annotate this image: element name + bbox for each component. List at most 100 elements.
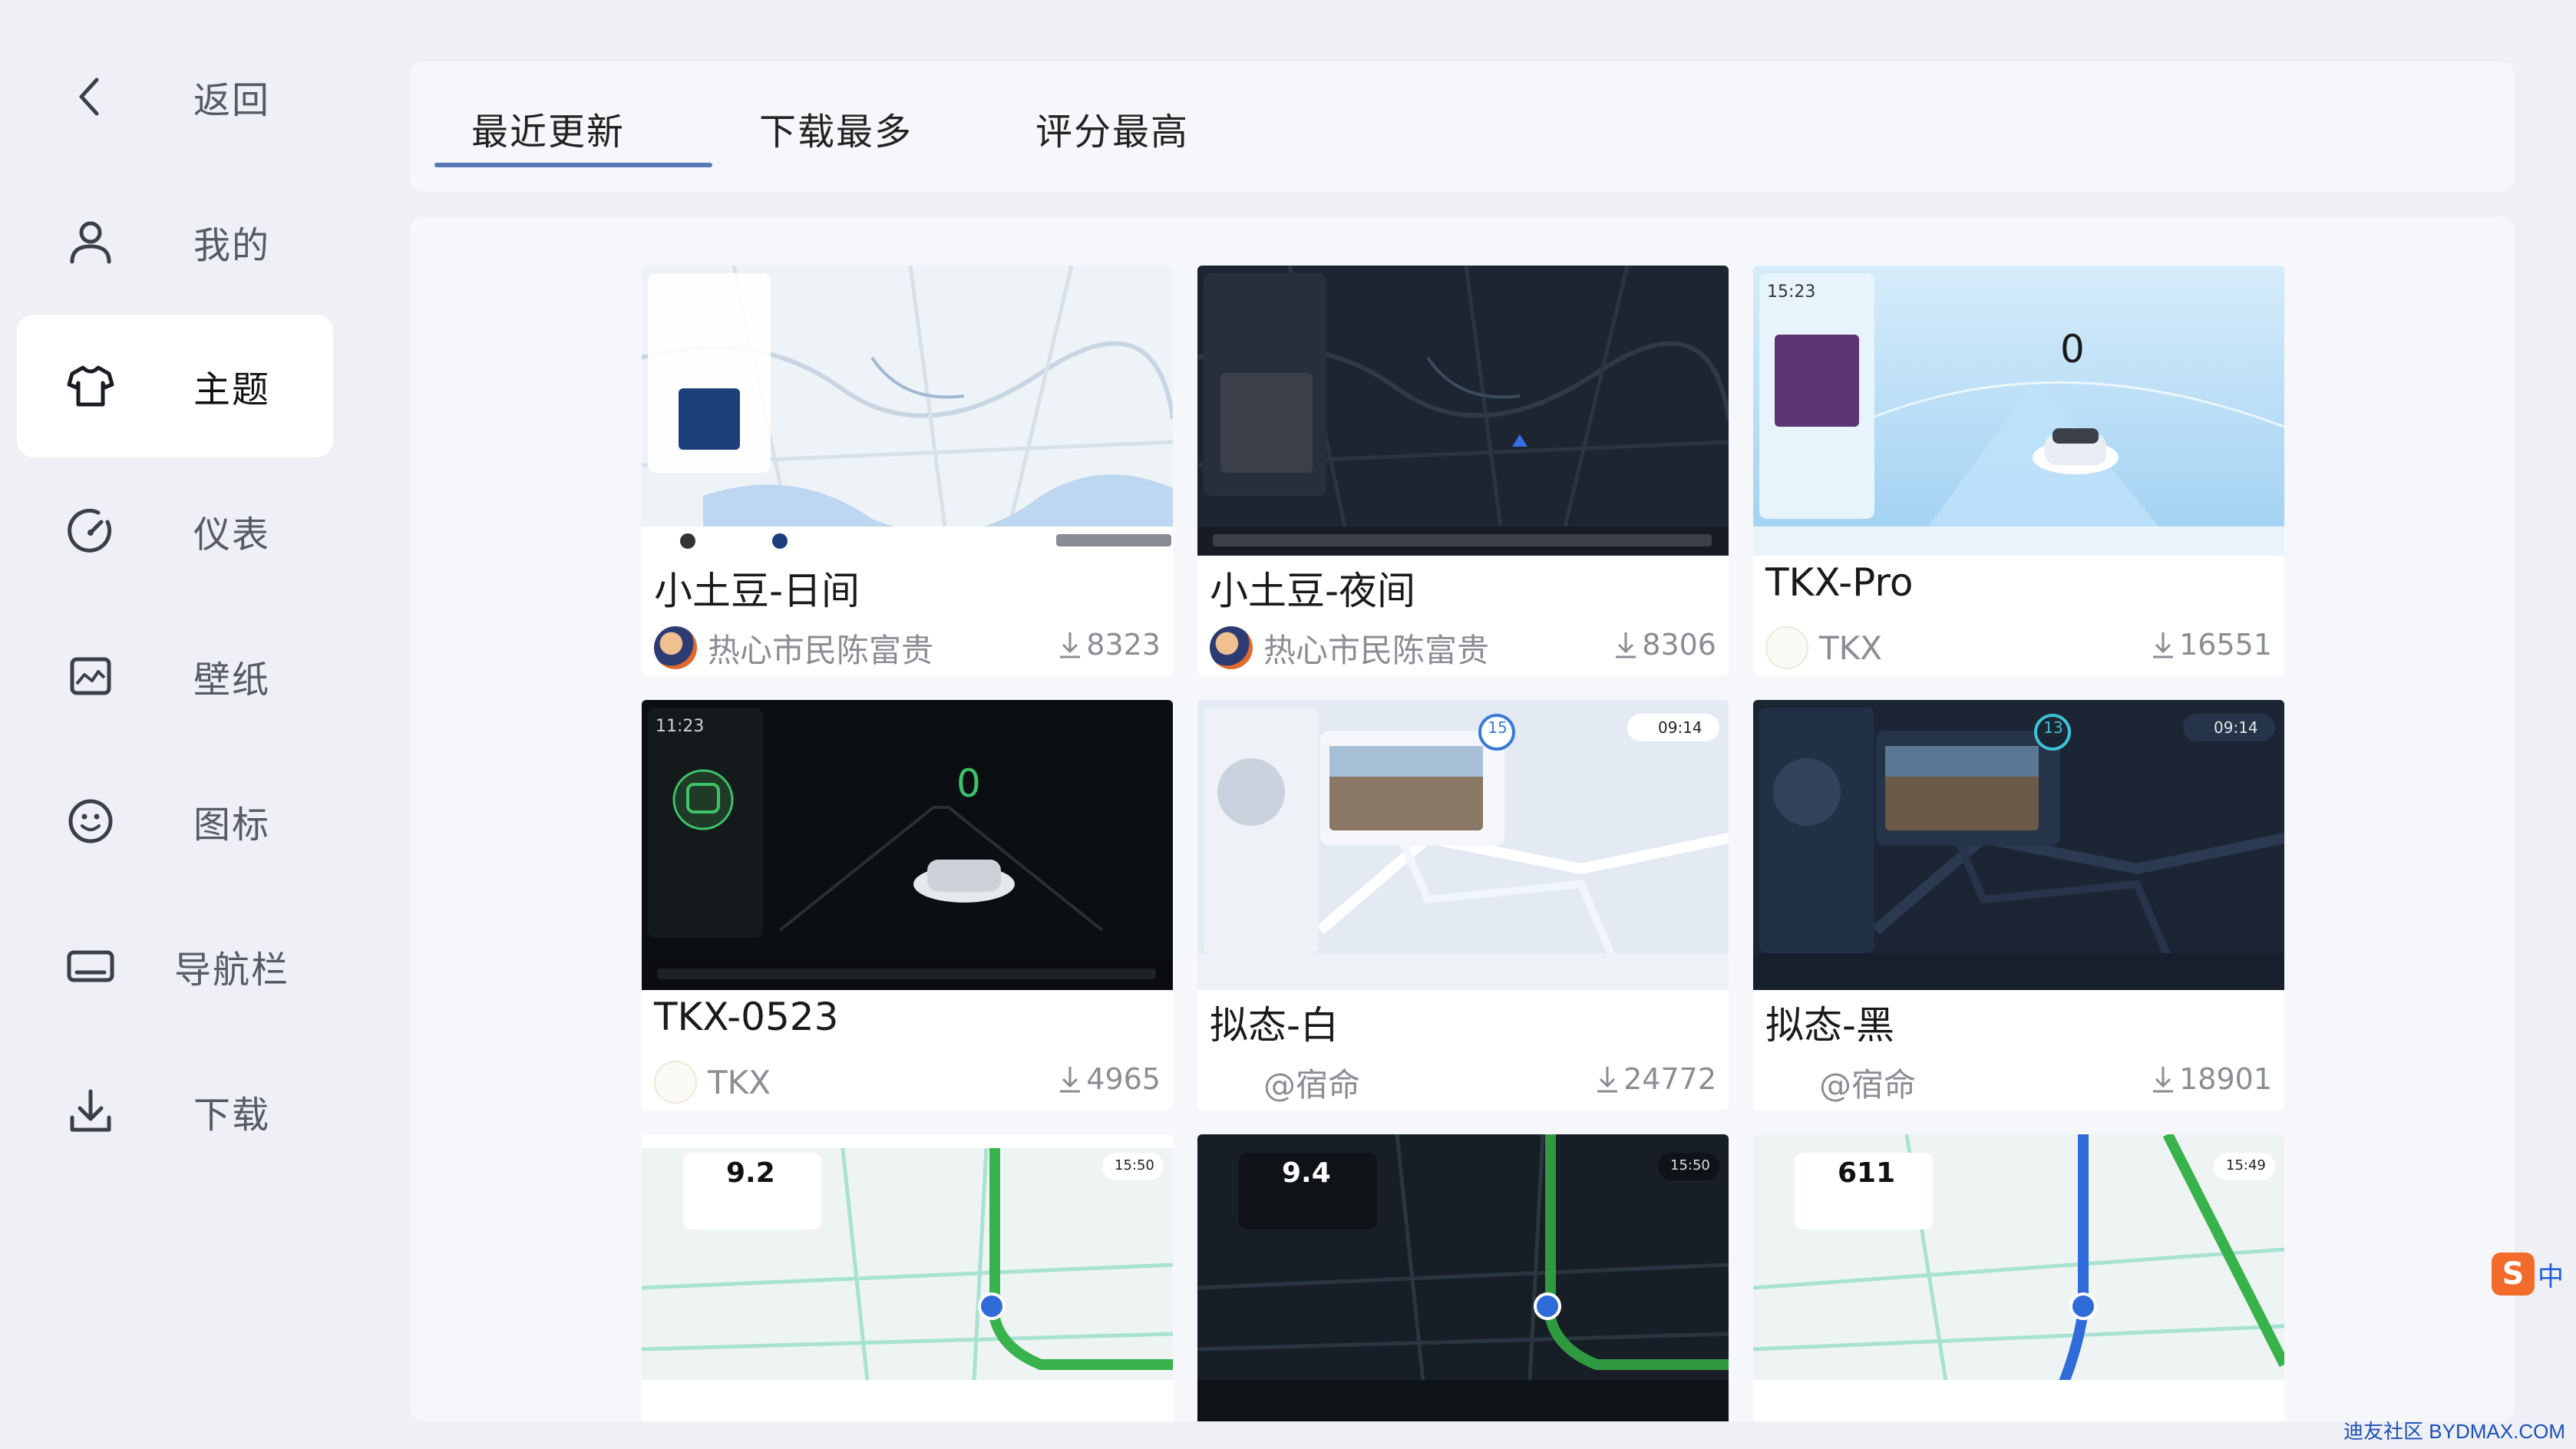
author-name: @宿命 [1263,1065,1361,1104]
download-count: 18901 [2150,1062,2272,1096]
download-icon [1060,1067,1081,1093]
download-icon [63,1084,118,1139]
download-count: 8306 [1613,628,1716,662]
download-count: 8323 [1057,628,1161,662]
download-icon [1616,632,1636,658]
clock-readout: 09:14 [2214,718,2258,737]
download-count: 4965 [1057,1062,1161,1096]
clock-readout: 15:50 [1115,1157,1154,1173]
avatar [654,626,697,669]
watermark: 迪友社区 BYDMAX.COM [2343,1420,2565,1443]
speed-limit-badge: 15 [1488,718,1508,737]
sidebar-item-gauge[interactable]: 仪表 [17,460,333,602]
smiley-icon [63,794,118,849]
theme-author: TKX [654,1059,771,1105]
speed-limit-badge: 13 [2043,718,2063,737]
ime-indicator[interactable]: S 中 [2492,1243,2576,1305]
ime-label: 中 [2538,1261,2564,1292]
user-icon [63,214,118,269]
author-name: 热心市民陈富贵 [708,631,934,669]
nav-distance: 9.4 [1282,1157,1331,1189]
theme-grid: 小土豆-日间 热心市民陈富贵 8323 小土豆-夜间 热心市民陈富贵 8306 … [410,216,2515,1421]
tab-top-rated[interactable]: 评分最高 [1024,101,1200,163]
download-icon [2153,1067,2174,1093]
author-name: 热心市民陈富贵 [1263,631,1490,669]
theme-card[interactable]: 0 15:23 TKX-Pro TKX 16551 [1753,266,2284,675]
theme-card[interactable]: 9.2 15:50 [642,1134,1173,1421]
author-name: @宿命 [1819,1065,1917,1104]
sidebar-item-label: 仪表 [193,513,270,556]
tab-bar: 最近更新 下载最多 评分最高 [410,61,2515,192]
author-name: TKX [708,1063,771,1101]
theme-thumbnail: 15 09:14 [1197,700,1729,990]
sidebar-item-label: 图标 [193,804,270,847]
author-name: TKX [1819,629,1882,667]
sidebar-item-label: 下载 [193,1094,270,1137]
nav-distance: 9.2 [726,1157,775,1189]
theme-thumbnail [1197,266,1729,556]
avatar [1210,1061,1253,1104]
theme-thumbnail: 0 15:23 [1753,266,2284,556]
sidebar-item-label: 我的 [193,224,270,267]
clock-readout: 15:49 [2226,1157,2266,1173]
theme-thumbnail: 611 15:49 [1753,1134,2284,1421]
sidebar-item-label: 导航栏 [173,949,289,992]
sidebar-item-icons[interactable]: 图标 [17,750,333,893]
theme-card[interactable]: 0 11:23 TKX-0523 TKX 4965 [642,700,1173,1110]
speed-readout: 0 [956,761,981,806]
clock-readout: 15:50 [1670,1157,1710,1173]
gauge-icon [63,503,118,559]
sidebar-item-wallpaper[interactable]: 壁纸 [17,605,333,748]
avatar [1765,626,1808,669]
theme-thumbnail: 0 11:23 [642,700,1173,990]
download-icon [1597,1067,1618,1093]
theme-card[interactable]: 15 09:14 拟态-白 @宿命 24772 [1197,700,1729,1110]
theme-title: 拟态-白 [1210,1003,1339,1048]
download-count: 24772 [1594,1062,1716,1096]
download-icon [1060,632,1081,658]
clock-readout: 11:23 [656,717,705,736]
theme-thumbnail: 13 09:14 [1753,700,2284,990]
theme-title: TKX-0523 [654,995,839,1039]
back-arrow-icon [63,69,118,124]
tshirt-icon [63,358,118,414]
theme-card[interactable]: 小土豆-夜间 热心市民陈富贵 8306 [1197,266,1729,675]
tab-recent[interactable]: 最近更新 [471,101,625,163]
download-icon [2153,632,2174,658]
theme-card[interactable]: 9.4 15:50 [1197,1134,1729,1421]
sidebar-item-label: 主题 [193,368,270,411]
clock-readout: 09:14 [1658,718,1702,737]
wallpaper-icon [63,649,118,704]
navbar-icon [63,939,118,994]
tab-most-downloaded[interactable]: 下载最多 [748,101,924,163]
avatar [654,1061,697,1104]
theme-author: TKX [1765,625,1882,671]
theme-author: @宿命 [1765,1059,1916,1105]
download-count: 16551 [2150,628,2272,662]
theme-title: 小土豆-夜间 [1210,569,1416,613]
theme-title: 拟态-黑 [1765,1003,1895,1048]
avatar [1765,1061,1808,1104]
clock-readout: 15:23 [1767,282,1816,302]
sidebar-item-label: 返回 [193,79,270,122]
sidebar: 返回 我的 主题 仪表 壁纸 图标 导航栏 下载 [0,0,350,1449]
sidebar-item-navbar[interactable]: 导航栏 [17,895,333,1038]
theme-author: @宿命 [1210,1059,1360,1105]
theme-thumbnail: 9.4 15:50 [1197,1134,1729,1421]
speed-readout: 0 [2060,327,2085,371]
theme-author: 热心市民陈富贵 [654,625,933,671]
theme-card[interactable]: 13 09:14 拟态-黑 @宿命 18901 [1753,700,2284,1110]
theme-title: 小土豆-日间 [654,569,860,613]
sidebar-item-mine[interactable]: 我的 [17,170,333,313]
sidebar-item-theme[interactable]: 主题 [17,315,333,457]
theme-card[interactable]: 小土豆-日间 热心市民陈富贵 8323 [642,266,1173,675]
theme-author: 热心市民陈富贵 [1210,625,1489,671]
avatar [1210,626,1253,669]
active-tab-indicator [434,163,712,167]
theme-thumbnail: 9.2 15:50 [642,1134,1173,1421]
ime-logo-icon: S [2492,1253,2535,1296]
nav-distance: 611 [1838,1157,1896,1189]
sidebar-item-download[interactable]: 下载 [17,1040,333,1183]
sidebar-item-back[interactable]: 返回 [17,25,333,168]
theme-card[interactable]: 611 15:49 [1753,1134,2284,1421]
